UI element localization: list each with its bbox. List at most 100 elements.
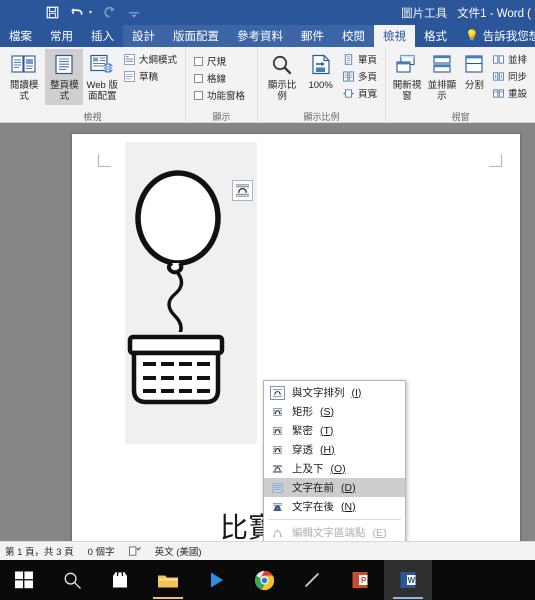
undo-dropdown-caret-icon[interactable]: ▾	[89, 9, 92, 16]
status-page-info[interactable]: 第 1 頁，共 3 頁	[5, 544, 74, 558]
menu-item-square[interactable]: 矩形 (S)	[264, 402, 405, 421]
window-small-buttons: 並排 同步 重設	[490, 49, 530, 101]
customize-qat-icon[interactable]	[126, 5, 142, 21]
undo-icon[interactable]	[69, 5, 85, 21]
button-split[interactable]: 分割	[461, 49, 488, 94]
ribbon-group-zoom: 顯示比例 100% 單頁 多頁 頁寬 顯示比例	[258, 47, 386, 122]
menu-item-through[interactable]: 穿透 (H)	[264, 440, 405, 459]
lightbulb-icon: 💡	[465, 30, 479, 42]
status-language[interactable]: 英文 (美國)	[155, 544, 202, 558]
wrap-through-icon	[270, 443, 285, 457]
checkbox-gridlines[interactable]: 格線	[191, 70, 248, 86]
word-icon[interactable]: W	[384, 560, 432, 600]
tab-format[interactable]: 格式	[415, 25, 456, 47]
tab-insert[interactable]: 插入	[82, 25, 123, 47]
tab-references[interactable]: 參考資料	[228, 25, 292, 47]
menu-item-inline-with-text[interactable]: 與文字排列 (I)	[264, 383, 405, 402]
context-tab-title: 圖片工具	[401, 7, 448, 20]
word-application-window: ▾ 圖片工具 文件1 - Word ( 檔案 常用 插入 設計 版面配置 參考資…	[0, 0, 535, 600]
menu-item-inline-with-text-accel: (I)	[351, 386, 362, 399]
tell-me-search[interactable]: 💡 告訴我您想	[456, 25, 535, 47]
reset-window-position-icon	[493, 88, 504, 98]
menu-item-behind-text-accel: (D)	[341, 481, 356, 494]
tab-review[interactable]: 校閱	[333, 25, 374, 47]
wrap-tight-icon	[270, 424, 285, 438]
button-read-mode[interactable]: 閱讀模式	[5, 49, 43, 105]
tab-mailings[interactable]: 郵件	[292, 25, 333, 47]
synchronous-scroll-icon	[493, 71, 504, 81]
menu-item-behind-text[interactable]: 文字在前 (D)	[264, 478, 405, 497]
menu-separator-1	[268, 519, 401, 520]
paint-brush-icon[interactable]	[288, 560, 336, 600]
button-arrange-all-label: 並排顯示	[427, 80, 457, 102]
zoom-small-buttons: 單頁 多頁 頁寬	[340, 49, 380, 101]
powerpoint-icon[interactable]: P	[336, 560, 384, 600]
svg-text:W: W	[408, 576, 416, 585]
button-zoom-100[interactable]: 100%	[303, 49, 338, 94]
tab-file[interactable]: 檔案	[0, 25, 41, 47]
start-button[interactable]	[0, 560, 48, 600]
outline-icon	[123, 53, 135, 65]
button-new-window[interactable]: 開新視窗	[391, 49, 423, 105]
menu-item-behind-text-label: 文字在前	[292, 482, 334, 494]
tab-layout[interactable]: 版面配置	[164, 25, 228, 47]
wrap-square-icon	[270, 405, 285, 419]
movies-tv-icon[interactable]	[192, 560, 240, 600]
menu-item-through-accel: (H)	[320, 443, 335, 456]
microsoft-store-icon[interactable]	[96, 560, 144, 600]
svg-text:P: P	[361, 576, 367, 585]
button-reset-window-position[interactable]: 重設	[490, 85, 530, 101]
button-page-width[interactable]: 頁寬	[340, 85, 380, 101]
menu-item-in-front-of-text[interactable]: 文字在後 (N)	[264, 497, 405, 516]
button-draft-mode-label: 草稿	[138, 72, 158, 83]
save-icon[interactable]	[44, 5, 60, 21]
balloon-drawing[interactable]	[122, 162, 242, 358]
tab-home[interactable]: 常用	[41, 25, 82, 47]
checkbox-navigation-pane[interactable]: 功能窗格	[191, 87, 248, 103]
wrap-inline-icon	[270, 385, 285, 400]
menu-item-top-and-bottom[interactable]: 上及下 (O)	[264, 459, 405, 478]
button-print-layout[interactable]: 整頁模式	[45, 49, 84, 105]
checkbox-gridlines-box[interactable]	[194, 73, 203, 83]
button-web-layout[interactable]: Web 版面配置	[85, 49, 119, 105]
checkbox-navigation-pane-box[interactable]	[194, 90, 203, 100]
menu-item-inline-with-text-label: 與文字排列	[292, 387, 345, 399]
button-zoom-label: 顯示比例	[267, 80, 297, 102]
tab-view[interactable]: 檢視	[374, 25, 415, 47]
redo-icon[interactable]	[101, 5, 117, 21]
button-multiple-pages[interactable]: 多頁	[340, 68, 380, 84]
menu-item-tight[interactable]: 緊密 (T)	[264, 421, 405, 440]
menu-item-edit-wrap-points-label: 編輯文字區端點	[292, 527, 366, 539]
margin-mark-top-right	[489, 154, 502, 167]
arrange-all-icon	[430, 51, 454, 81]
menu-item-tight-label: 緊密	[292, 425, 313, 437]
chrome-icon[interactable]	[240, 560, 288, 600]
tab-design[interactable]: 設計	[123, 25, 164, 47]
file-explorer-icon[interactable]	[144, 560, 192, 600]
wrap-in-front-icon	[270, 500, 285, 514]
button-one-page-label: 單頁	[357, 55, 377, 66]
menu-item-square-accel: (S)	[320, 405, 334, 418]
document-canvas[interactable]: 比寶 ♥ BiBo 與文字排列 (I) 矩形 (S)	[0, 123, 535, 541]
checkbox-ruler[interactable]: 尺規	[191, 53, 248, 69]
checkbox-gridlines-label: 格線	[207, 74, 227, 85]
status-word-count[interactable]: 0 個字	[88, 544, 115, 558]
menu-item-in-front-of-text-accel: (N)	[341, 500, 356, 513]
checkbox-ruler-label: 尺規	[207, 57, 227, 68]
button-draft-mode[interactable]: 草稿	[121, 68, 180, 84]
button-zoom-100-label: 100%	[308, 80, 333, 91]
button-zoom[interactable]: 顯示比例	[263, 49, 301, 105]
menu-item-edit-wrap-points-accel: (E)	[372, 526, 387, 539]
proofing-errors-icon[interactable]	[128, 546, 141, 557]
button-outline-mode[interactable]: 大綱模式	[121, 51, 180, 67]
button-view-side-by-side[interactable]: 並排	[490, 51, 530, 67]
button-arrange-all[interactable]: 並排顯示	[425, 49, 459, 105]
checkbox-ruler-box[interactable]	[194, 56, 203, 66]
search-icon[interactable]	[48, 560, 96, 600]
button-one-page[interactable]: 單頁	[340, 51, 380, 67]
title-bar: ▾ 圖片工具 文件1 - Word (	[0, 0, 535, 25]
magnifier-icon	[270, 51, 294, 81]
basket-drawing[interactable]	[122, 332, 232, 417]
button-new-window-label: 開新視窗	[392, 80, 422, 102]
button-synchronous-scroll[interactable]: 同步	[490, 68, 530, 84]
